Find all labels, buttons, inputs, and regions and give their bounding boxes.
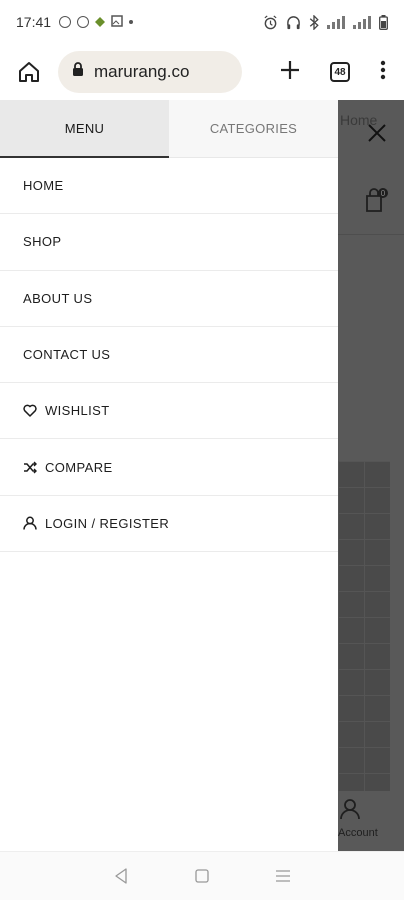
menu-item-label: HOME — [23, 178, 64, 194]
menu-item-label: CONTACT US — [23, 347, 111, 363]
recents-icon[interactable] — [263, 856, 303, 896]
whatsapp-icon — [77, 16, 90, 28]
back-icon[interactable] — [101, 856, 141, 896]
notification-icons — [59, 14, 134, 30]
account-label: Account — [338, 827, 378, 839]
home-square-icon[interactable] — [182, 856, 222, 896]
heart-icon — [23, 404, 37, 418]
page-overlay[interactable]: Home 0 Account — [338, 100, 404, 851]
system-nav-bar — [0, 851, 404, 900]
instagram-icon — [59, 16, 72, 28]
cart-icon: 0 — [364, 188, 388, 219]
clock: 17:41 — [16, 14, 52, 30]
signal-icon — [353, 15, 371, 29]
headphones-icon — [286, 15, 301, 30]
menu-item-contact-us[interactable]: CONTACT US — [0, 327, 338, 384]
tab-switcher-button[interactable]: 48 — [330, 62, 350, 82]
user-icon — [23, 516, 37, 531]
alarm-icon — [263, 14, 278, 30]
signal-icon — [327, 15, 345, 29]
url-text[interactable]: marurang.co — [94, 62, 189, 82]
location-icon — [95, 14, 106, 30]
plus-icon[interactable] — [280, 60, 300, 85]
dot-icon — [129, 20, 134, 24]
shuffle-icon — [23, 461, 37, 474]
menu-item-home[interactable]: HOME — [0, 158, 338, 215]
address-bar[interactable]: marurang.co — [58, 51, 242, 93]
kebab-icon[interactable] — [380, 60, 386, 85]
battery-icon — [379, 14, 388, 30]
account-icon — [340, 798, 360, 825]
menu-item-about-us[interactable]: ABOUT US — [0, 271, 338, 327]
drawer-tabs: MENU CATEGORIES — [0, 100, 338, 158]
menu-item-label: SHOP — [23, 234, 62, 250]
tab-categories[interactable]: CATEGORIES — [169, 100, 338, 158]
status-bar: 17:41 — [0, 0, 404, 44]
gallery-icon — [111, 14, 123, 30]
menu-item-shop[interactable]: SHOP — [0, 214, 338, 271]
background-image — [338, 461, 390, 791]
close-icon[interactable] — [362, 118, 392, 148]
menu-list: HOME SHOP ABOUT US CONTACT US WISHLIST C… — [0, 158, 338, 553]
cart-count: 0 — [381, 189, 386, 198]
menu-item-wishlist[interactable]: WISHLIST — [0, 383, 338, 440]
menu-item-label: WISHLIST — [45, 403, 110, 419]
menu-item-compare[interactable]: COMPARE — [0, 439, 338, 496]
menu-drawer: MENU CATEGORIES HOME SHOP ABOUT US CONTA… — [0, 100, 338, 851]
system-icons — [263, 14, 388, 30]
divider — [338, 234, 404, 235]
lock-icon[interactable] — [72, 62, 84, 82]
home-icon[interactable] — [14, 57, 44, 87]
menu-item-login-register[interactable]: LOGIN / REGISTER — [0, 496, 338, 553]
menu-item-label: COMPARE — [45, 459, 113, 475]
browser-toolbar: marurang.co 48 — [0, 44, 404, 100]
menu-item-label: LOGIN / REGISTER — [45, 515, 170, 531]
bluetooth-icon — [309, 14, 319, 30]
menu-item-label: ABOUT US — [23, 290, 93, 306]
tab-menu[interactable]: MENU — [0, 100, 169, 158]
